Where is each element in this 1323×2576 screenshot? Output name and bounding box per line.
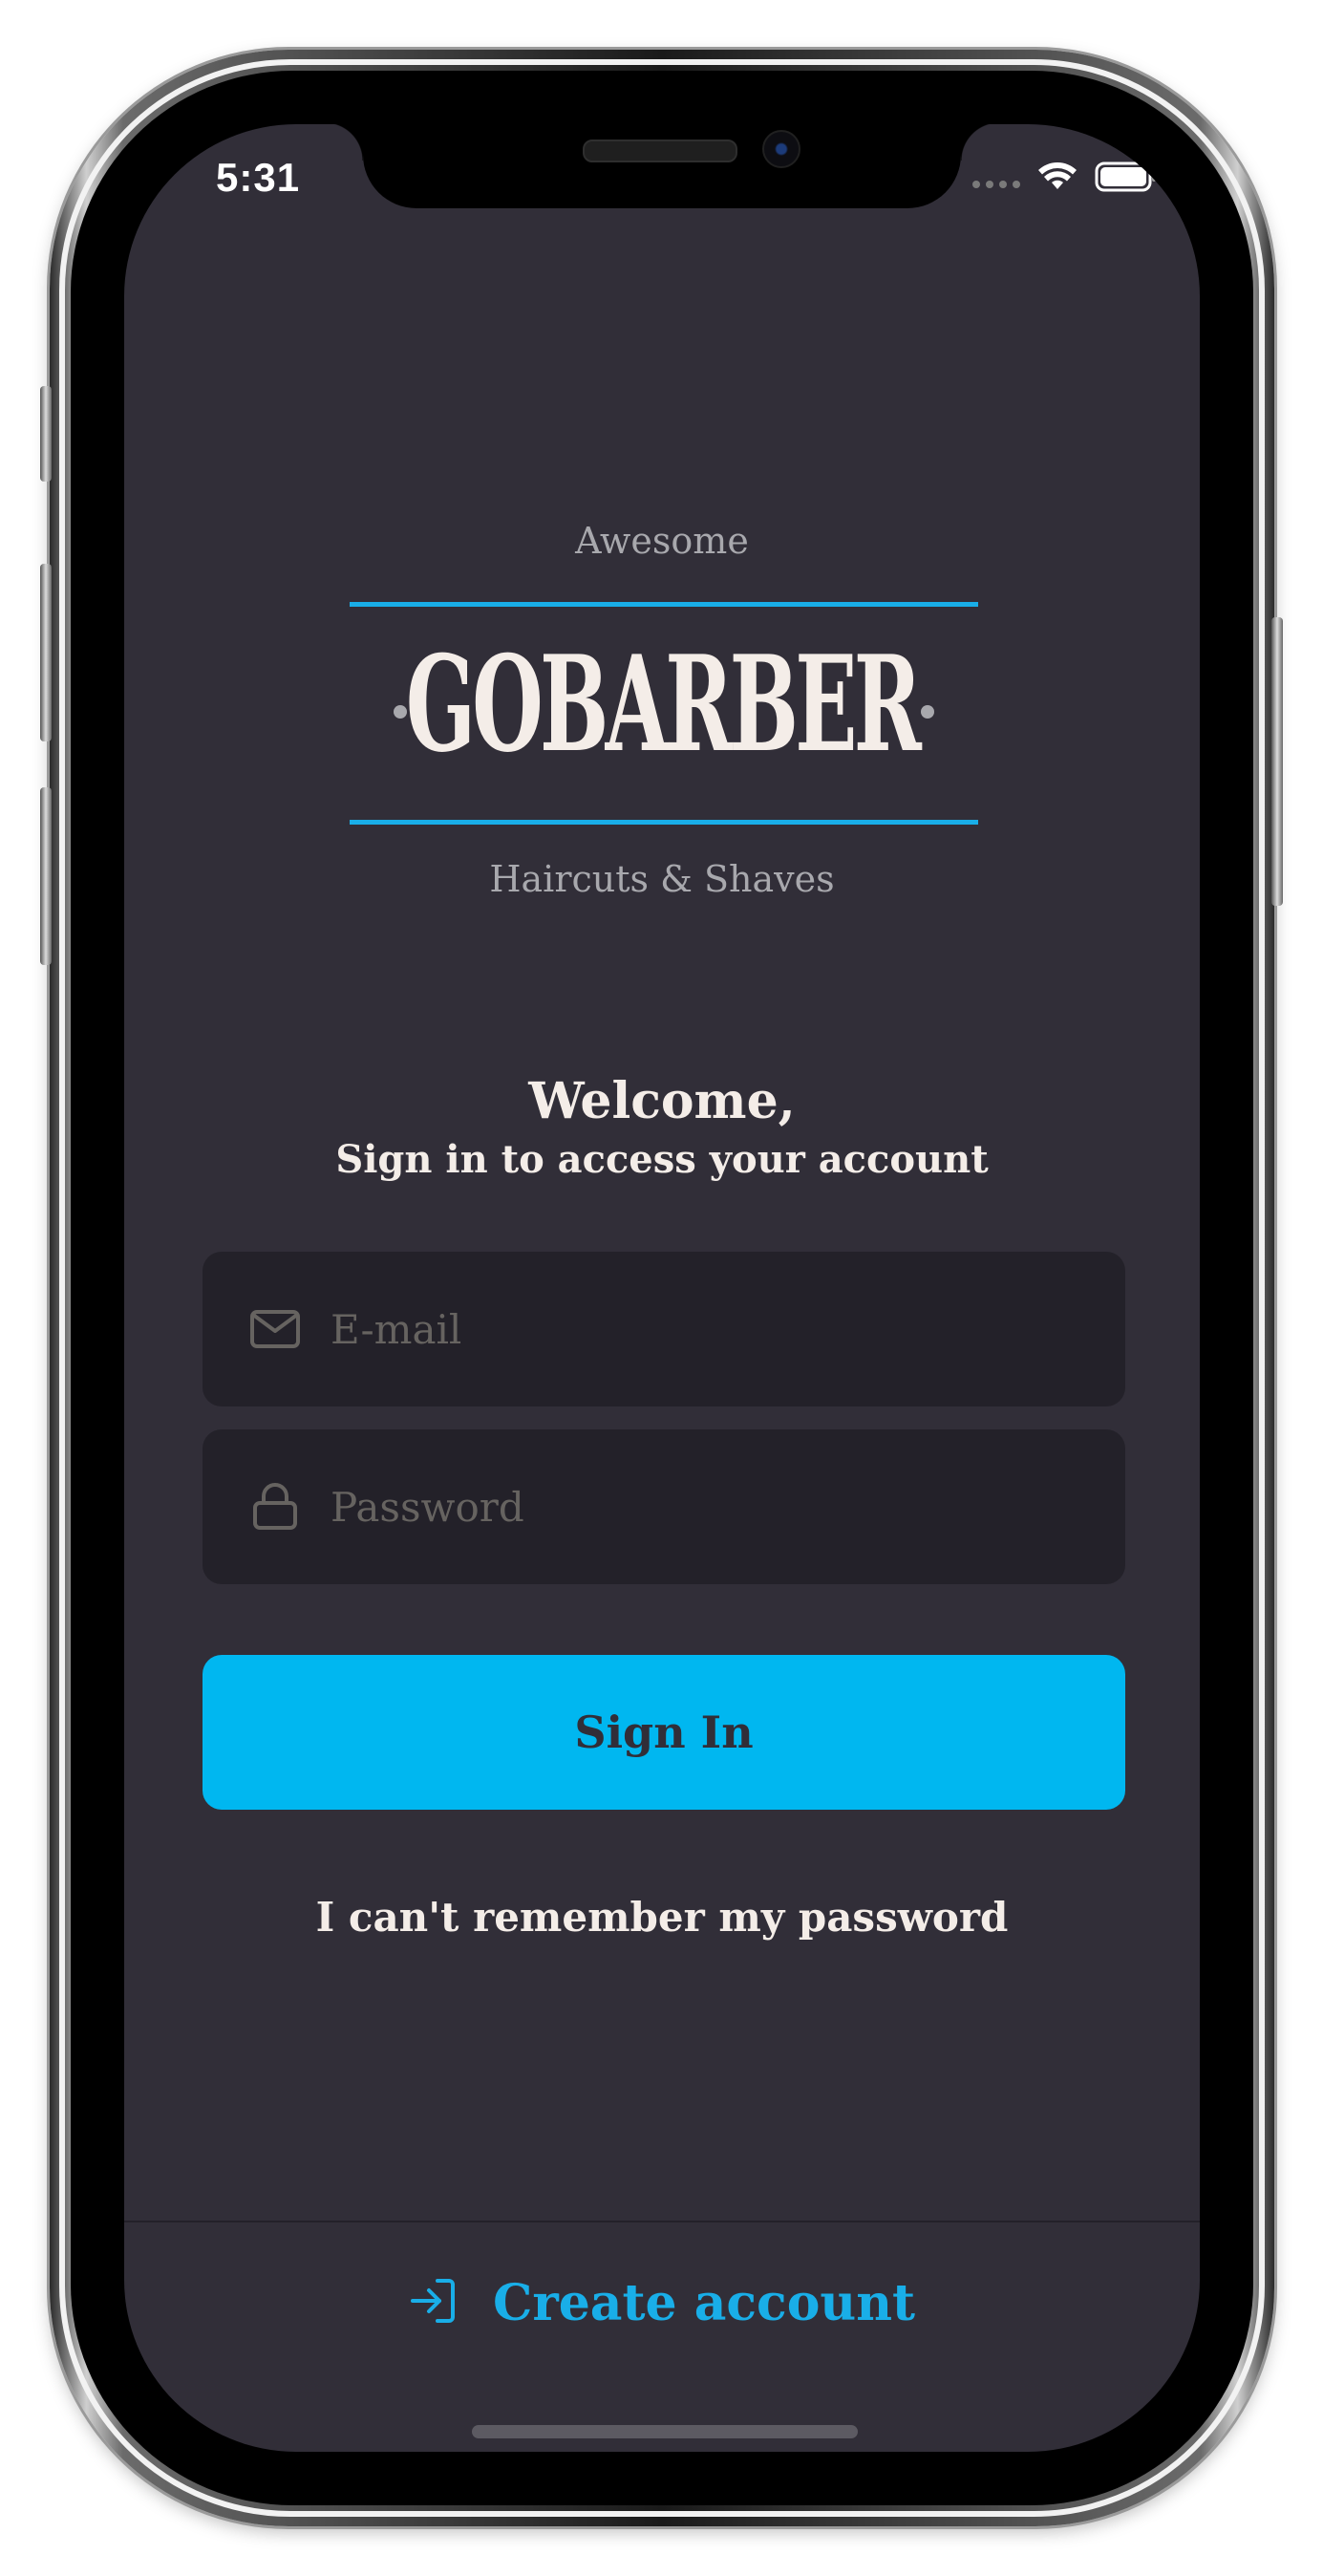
mute-switch — [40, 386, 52, 482]
mail-icon — [248, 1302, 302, 1356]
footer-divider — [124, 2221, 1200, 2222]
welcome-title: Welcome, — [528, 1072, 796, 1130]
password-field[interactable] — [203, 1429, 1125, 1584]
power-button — [1271, 617, 1283, 906]
front-camera — [762, 130, 800, 168]
notch — [325, 124, 999, 208]
create-account-label: Create account — [492, 2273, 916, 2332]
welcome-subtitle: Sign in to access your account — [335, 1137, 989, 1182]
email-field[interactable] — [203, 1252, 1125, 1406]
status-time: 5:31 — [216, 155, 301, 200]
app-logo-wordmark: GOBARBER — [405, 626, 922, 782]
volume-down-button — [40, 787, 52, 965]
create-account-button[interactable]: Create account — [124, 2255, 1200, 2351]
logo-top-divider — [350, 602, 978, 607]
sign-in-button[interactable]: Sign In — [203, 1655, 1125, 1810]
lock-icon — [248, 1480, 302, 1534]
password-input[interactable] — [329, 1482, 1125, 1532]
logo-right-dot — [921, 705, 934, 719]
home-indicator[interactable] — [472, 2425, 858, 2438]
email-input[interactable] — [329, 1304, 1125, 1354]
volume-up-button — [40, 564, 52, 741]
cellular-signal-icon — [972, 181, 1020, 188]
status-indicators — [972, 161, 1158, 197]
app-screen: 5:31 Awesome GOBARBER Haircuts & Shaves … — [124, 124, 1200, 2452]
forgot-password-link[interactable]: I can't remember my password — [124, 1894, 1200, 1941]
log-in-icon — [409, 2277, 457, 2329]
logo-bottom-divider — [350, 820, 978, 825]
logo-tagline-bottom: Haircuts & Shaves — [489, 858, 835, 900]
wifi-icon — [1037, 161, 1078, 197]
battery-icon — [1095, 161, 1158, 197]
earpiece-speaker — [583, 140, 737, 162]
logo-tagline-top: Awesome — [575, 520, 749, 562]
